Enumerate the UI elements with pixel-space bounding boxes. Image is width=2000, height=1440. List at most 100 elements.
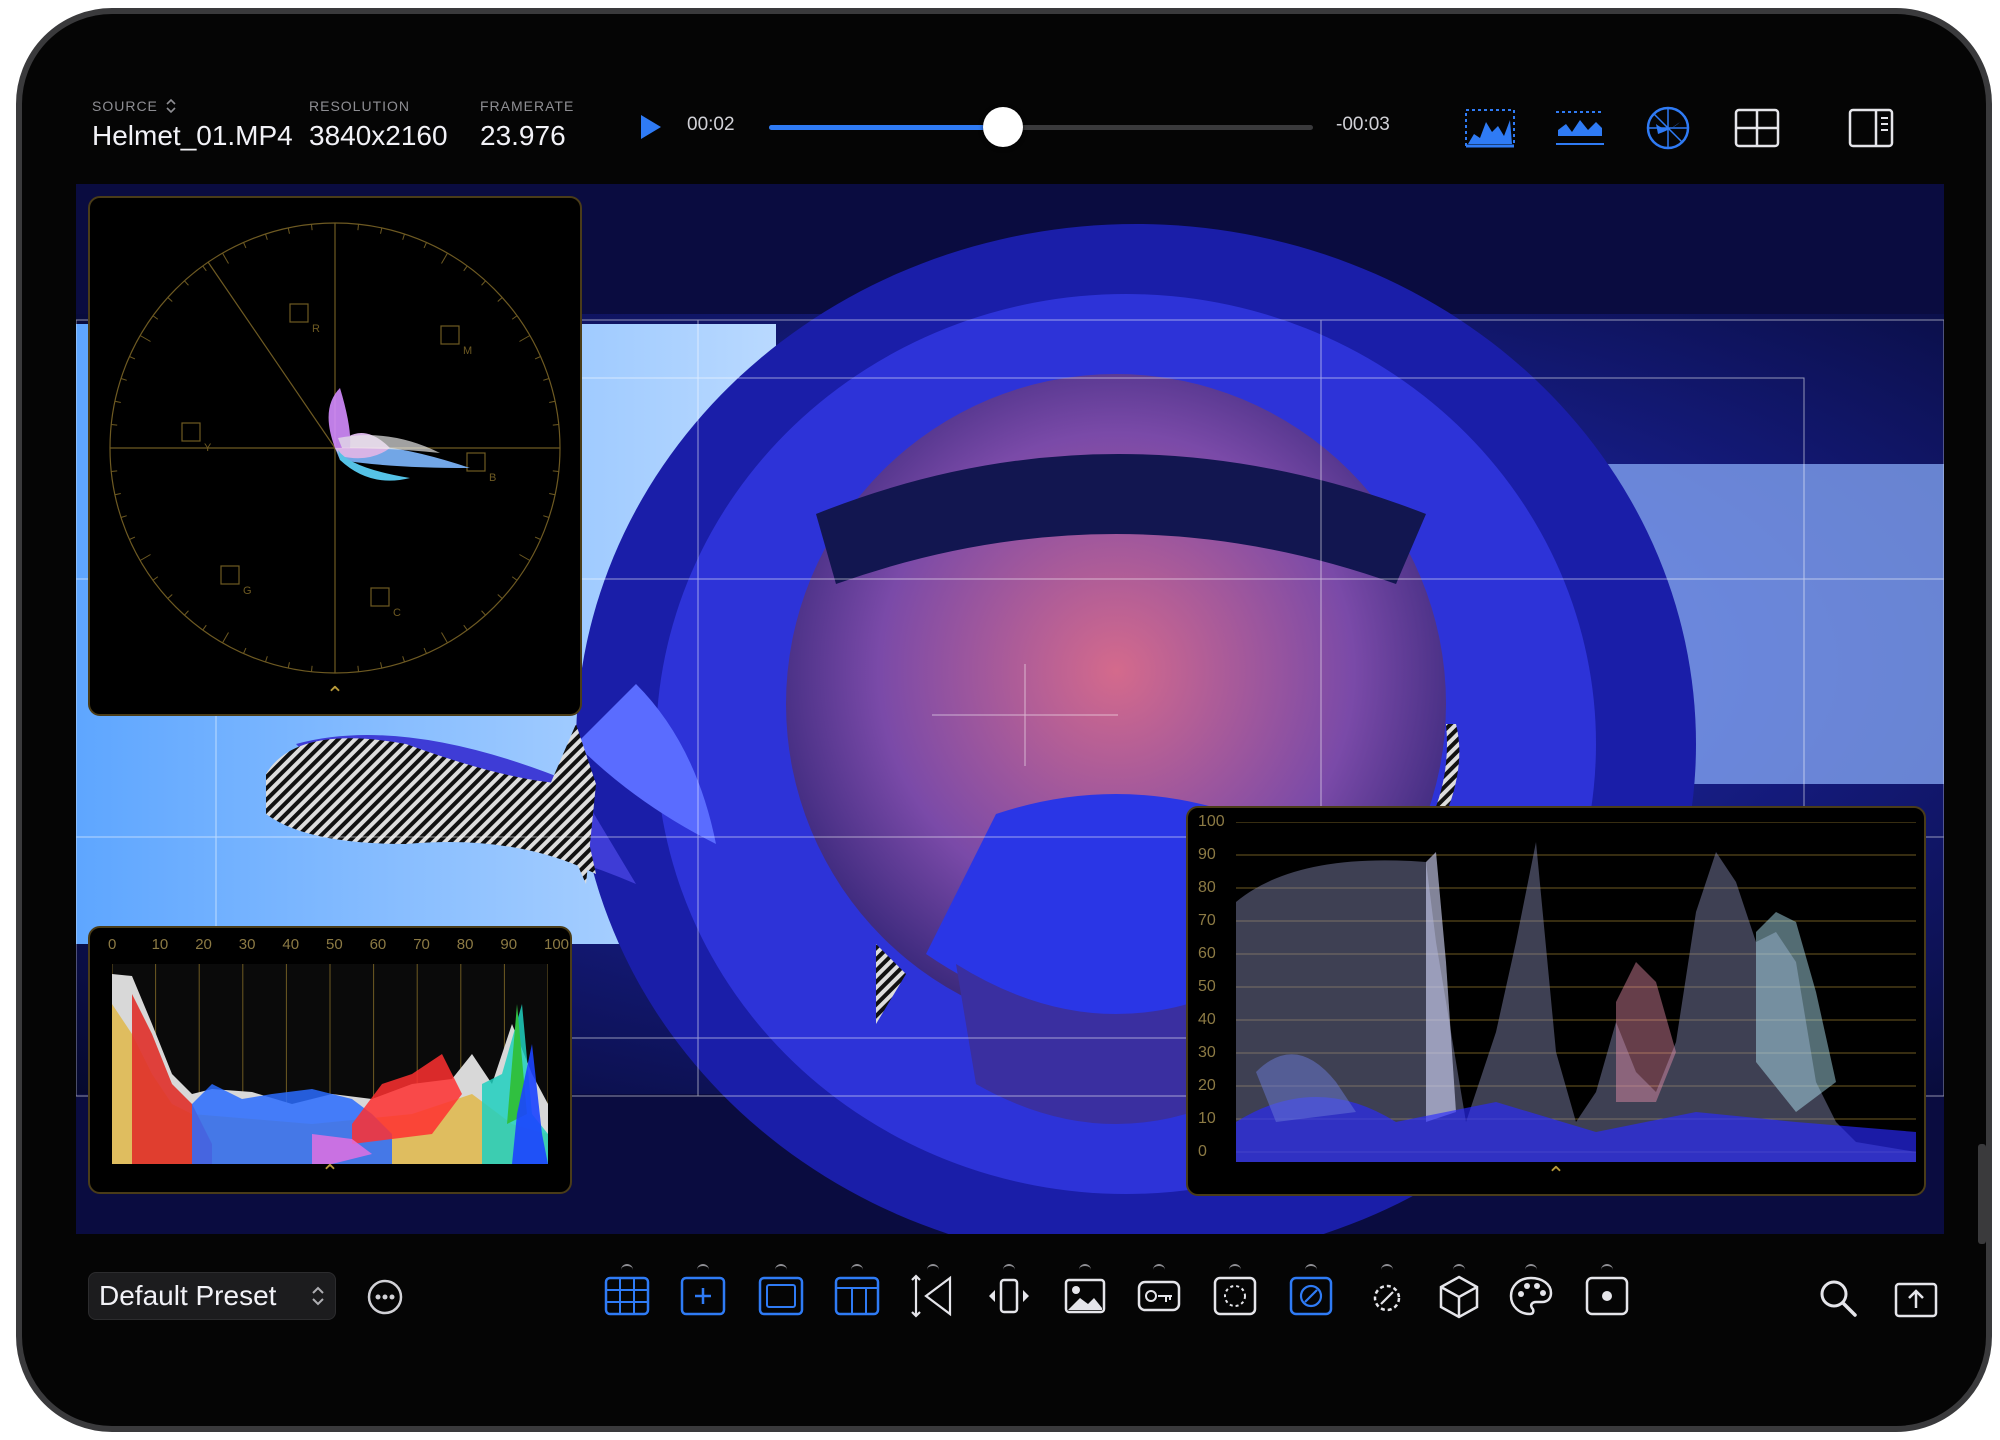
vectorscope-tick <box>549 493 556 496</box>
search-icon[interactable] <box>1818 1278 1858 1318</box>
waveform-panel[interactable]: 100 90 80 70 60 50 40 30 20 10 0 ⌃ <box>1186 806 1926 1196</box>
resolution-info: RESOLUTION 3840x2160 <box>309 98 448 152</box>
vectorscope-tick <box>243 242 247 249</box>
histogram-tick: 90 <box>500 936 518 953</box>
source-value: Helmet_01.MP4 <box>92 120 293 151</box>
vectorscope-collapse-icon[interactable]: ⌃ <box>326 682 344 708</box>
histogram-panel[interactable]: 0 10 20 30 40 50 60 70 80 90 100 ⌃ <box>88 926 572 1194</box>
top-bar: SOURCE Helmet_01.MP4 RESOLUTION 3840x216… <box>22 14 1986 184</box>
framerate-info: FRAMERATE 23.976 <box>480 98 574 152</box>
frame-guide-tool[interactable] <box>832 1264 882 1320</box>
vectorscope-tick <box>519 335 531 342</box>
zebra-icon <box>1289 1276 1333 1316</box>
target-y: Y <box>204 442 212 454</box>
vectorscope-panel[interactable]: R M Y B G C ⌃ <box>88 196 582 716</box>
resolution-value: 3840x2160 <box>309 120 448 151</box>
vectorscope-tick <box>222 632 229 644</box>
exposure-tool[interactable] <box>1362 1264 1412 1320</box>
vectorscope-tick <box>481 280 486 286</box>
safe-area-tool[interactable] <box>756 1264 806 1320</box>
more-options-icon[interactable] <box>366 1278 404 1316</box>
anamorphic-tool[interactable] <box>908 1264 958 1320</box>
grid-icon <box>604 1276 650 1316</box>
resolution-label: RESOLUTION <box>309 98 411 114</box>
target-m: M <box>463 345 472 357</box>
vectorscope-tick <box>264 233 268 240</box>
vectorscope-tick <box>111 470 118 473</box>
vectorscope-tick <box>114 400 121 403</box>
waveform-tick: 100 <box>1198 813 1225 830</box>
waveform-toggle-icon[interactable] <box>1554 108 1606 148</box>
vectorscope-tick <box>534 536 541 540</box>
scrubber-handle[interactable] <box>982 107 1023 147</box>
flip-icon <box>989 1278 1029 1314</box>
vectorscope-tick <box>139 554 151 561</box>
grid-layout-icon[interactable] <box>1734 108 1780 148</box>
focus-peaking-tool[interactable] <box>1210 1264 1260 1320</box>
vectorscope-tick <box>202 265 207 272</box>
vectorscope-tick <box>497 594 503 599</box>
scrubber-track[interactable] <box>769 107 1313 147</box>
waveform-tick: 60 <box>1198 945 1216 962</box>
histogram-tick: 50 <box>326 936 343 953</box>
vectorscope-tick <box>139 335 151 342</box>
waveform-tick: 30 <box>1198 1044 1216 1061</box>
vectorscope-tick <box>543 377 550 381</box>
vectorscope-tick <box>463 624 468 631</box>
framerate-value: 23.976 <box>480 120 566 151</box>
vectorscope-tick <box>402 233 406 240</box>
waveform-tick: 50 <box>1198 978 1216 995</box>
histogram-tick: 0 <box>108 936 117 953</box>
image-icon <box>1064 1278 1106 1314</box>
image-overlay-tool[interactable] <box>1060 1264 1110 1320</box>
center-marker-tool[interactable] <box>678 1264 728 1320</box>
zebra-tool[interactable] <box>1286 1264 1336 1320</box>
record-tool[interactable] <box>1582 1264 1632 1320</box>
vectorscope-tick <box>357 665 360 672</box>
desqueeze-icon <box>911 1274 952 1318</box>
3d-lut-tool[interactable] <box>1434 1264 1484 1320</box>
color-palette-tool[interactable] <box>1506 1264 1556 1320</box>
waveform-collapse-icon[interactable]: ⌃ <box>1547 1162 1565 1188</box>
grid-overlay-tool[interactable] <box>602 1264 652 1320</box>
crosshair-icon <box>680 1276 726 1316</box>
vectorscope-tick <box>423 242 427 249</box>
preset-name: Default Preset <box>99 1280 277 1311</box>
vectorscope-plot: R M Y B G C <box>109 222 561 674</box>
vectorscope-tick <box>287 227 290 234</box>
vectorscope-tick <box>402 656 406 663</box>
sidebar-toggle-icon[interactable] <box>1848 108 1894 148</box>
histogram-tick: 60 <box>369 936 387 953</box>
vectorscope-tick <box>441 632 448 644</box>
safe-area-icon <box>758 1276 804 1316</box>
histogram-tick: 20 <box>195 936 212 953</box>
vectorscope-tick <box>380 227 383 234</box>
vectorscope-tick <box>441 252 448 264</box>
source-info[interactable]: SOURCE Helmet_01.MP4 <box>92 98 293 152</box>
vectorscope-toggle-icon[interactable] <box>1644 104 1692 152</box>
vectorscope-tick <box>497 297 503 302</box>
waveform-tick: 40 <box>1198 1011 1216 1028</box>
flip-tool[interactable] <box>984 1264 1034 1320</box>
export-icon[interactable] <box>1894 1278 1938 1318</box>
waveform-plot <box>1236 822 1916 1162</box>
video-viewer[interactable]: R M Y B G C ⌃ 0 10 20 30 40 50 60 70 80 90 100 <box>76 184 1944 1234</box>
target-r: R <box>312 323 320 335</box>
histogram-collapse-icon[interactable]: ⌃ <box>321 1160 339 1186</box>
record-frame-icon <box>1585 1276 1629 1316</box>
waveform-tick: 20 <box>1198 1077 1216 1094</box>
remaining-time: -00:03 <box>1336 114 1390 135</box>
histogram-toggle-icon[interactable] <box>1464 108 1516 148</box>
source-label: SOURCE <box>92 98 158 114</box>
chevron-updown-icon[interactable] <box>166 98 176 114</box>
preset-selector[interactable]: Default Preset <box>88 1272 336 1320</box>
play-button[interactable] <box>638 112 664 142</box>
vectorscope-tick <box>152 315 159 320</box>
exposure-icon <box>1373 1284 1401 1312</box>
waveform-tick: 0 <box>1198 1143 1207 1160</box>
vectorscope-tick <box>310 224 313 231</box>
lut-tool[interactable] <box>1134 1264 1184 1320</box>
vectorscope-tick <box>511 315 518 320</box>
cube-icon <box>1439 1275 1479 1319</box>
histogram-plot <box>112 964 548 1164</box>
